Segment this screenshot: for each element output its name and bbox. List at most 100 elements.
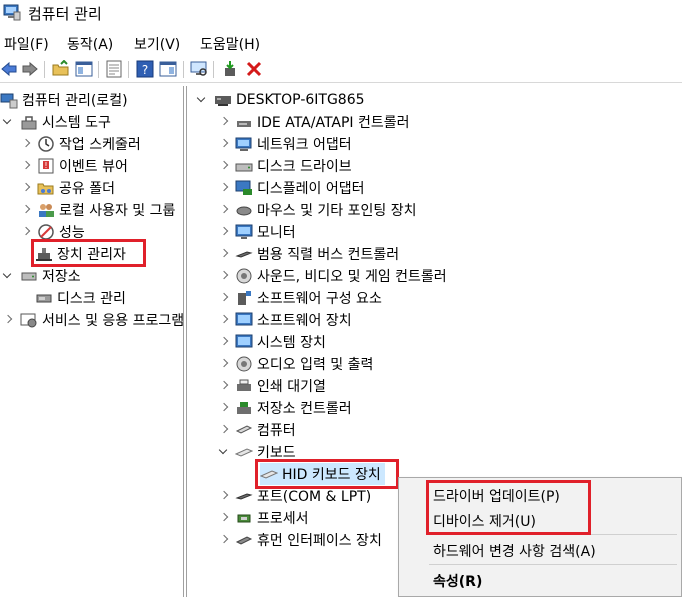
usb-controller-icon [235,251,253,258]
expander-closed-icon[interactable] [218,402,230,414]
device-category-network[interactable]: 네트워크 어댑터 [218,133,352,155]
system-device-icon [235,334,253,348]
device-category-monitors[interactable]: 모니터 [218,221,296,243]
device-tree-label: 디스크 드라이브 [257,159,352,175]
expander-closed-icon[interactable] [218,292,230,304]
device-category-software-devices[interactable]: 소프트웨어 장치 [218,309,352,331]
pane-divider[interactable] [186,86,187,597]
device-category-audio-io[interactable]: 오디오 입력 및 출력 [218,353,373,375]
menu-action[interactable]: 동작(A) [67,34,113,54]
menu-help[interactable]: 도움말(H) [200,34,260,54]
menu-scan-hardware[interactable]: 하드웨어 변경 사항 검색(A) [433,541,596,561]
device-category-software-components[interactable]: 소프트웨어 구성 요소 [218,287,382,309]
uninstall-x-icon[interactable] [245,60,263,78]
device-tree-computer-root[interactable]: DESKTOP-6ITG865 [196,89,365,111]
show-hide-tree-icon[interactable] [75,60,93,78]
device-tree-label: 인쇄 대기열 [257,379,326,395]
tree-item-task-scheduler[interactable]: 작업 스케줄러 [20,133,141,155]
expander-open-icon[interactable] [218,446,230,458]
device-tree-label: 디스플레이 어댑터 [257,181,365,197]
tree-item-local-users-groups[interactable]: 로컬 사용자 및 그룹 [20,199,175,221]
device-category-disk-drives[interactable]: 디스크 드라이브 [218,155,352,177]
expander-open-icon[interactable] [2,116,14,128]
up-folder-icon[interactable] [52,60,70,78]
device-category-computer[interactable]: 컴퓨터 [218,419,296,441]
tree-item-shared-folders[interactable]: 공유 폴더 [20,177,115,199]
device-category-processors[interactable]: 프로세서 [218,507,309,529]
display-adapter-icon [235,180,252,195]
tree-item-system-tools[interactable]: 시스템 도구 [2,111,111,133]
shared-folder-icon [37,183,54,195]
printer-icon [237,379,251,391]
scan-hardware-icon[interactable] [190,60,208,78]
toolbar-separator [128,61,129,78]
help-icon[interactable]: ? [136,60,154,78]
tree-item-event-viewer[interactable]: ! 이벤트 뷰어 [20,155,128,177]
expander-closed-icon[interactable] [20,182,32,194]
device-category-sound[interactable]: 사운드, 비디오 및 게임 컨트롤러 [218,265,447,287]
toolbar-separator [213,61,214,78]
menu-view[interactable]: 보기(V) [134,34,180,54]
menu-file[interactable]: 파일(F) [4,34,49,54]
storage-controller-icon [237,402,251,414]
update-driver-icon[interactable] [222,60,240,78]
clock-icon [38,136,54,152]
back-arrow-icon[interactable] [0,60,18,78]
tree-item-computer-management-local[interactable]: 컴퓨터 관리(로컬) [0,89,128,111]
expander-closed-icon[interactable] [218,182,230,194]
device-tree-label: IDE ATA/ATAPI 컨트롤러 [257,115,410,131]
expander-closed-icon[interactable] [20,138,32,150]
expander-closed-icon[interactable] [218,380,230,392]
forward-arrow-icon[interactable] [21,60,39,78]
device-category-usb[interactable]: 범용 직렬 버스 컨트롤러 [218,243,399,265]
expander-closed-icon[interactable] [218,116,230,128]
expander-closed-icon[interactable] [218,138,230,150]
monitor-icon [235,224,253,239]
expander-closed-icon[interactable] [218,358,230,370]
desktop-computer-icon [215,96,231,106]
properties-icon[interactable] [105,60,123,78]
computer-management-icon [3,4,21,21]
expander-closed-icon[interactable] [218,204,230,216]
device-category-system-devices[interactable]: 시스템 장치 [218,331,326,353]
device-tree-label: 사운드, 비디오 및 게임 컨트롤러 [257,269,447,285]
expander-closed-icon[interactable] [218,336,230,348]
expander-closed-icon[interactable] [218,248,230,260]
expander-closed-icon[interactable] [218,270,230,282]
expander-closed-icon[interactable] [20,160,32,172]
expander-closed-icon[interactable] [218,490,230,502]
software-device-icon [235,312,253,326]
device-category-display-adapters[interactable]: 디스플레이 어댑터 [218,177,365,199]
expander-open-icon[interactable] [2,270,14,282]
device-tree-label: 소프트웨어 구성 요소 [257,291,382,307]
ide-controller-icon [237,121,251,127]
expander-closed-icon[interactable] [20,226,32,238]
tree-item-disk-management[interactable]: 디스크 관리 [35,287,126,309]
device-category-mice[interactable]: 마우스 및 기타 포인팅 장치 [218,199,416,221]
expander-closed-icon[interactable] [218,160,230,172]
expander-closed-icon[interactable] [2,314,14,326]
device-category-print-queues[interactable]: 인쇄 대기열 [218,375,326,397]
speaker-icon [236,268,252,284]
context-menu: 드라이버 업데이트(P) 디바이스 제거(U) 하드웨어 변경 사항 검색(A)… [398,477,682,597]
expander-open-icon[interactable] [196,94,208,106]
device-category-ide[interactable]: IDE ATA/ATAPI 컨트롤러 [218,111,410,133]
expander-closed-icon[interactable] [218,314,230,326]
expander-closed-icon[interactable] [218,534,230,546]
device-category-storage-controllers[interactable]: 저장소 컨트롤러 [218,397,352,419]
expander-closed-icon[interactable] [218,226,230,238]
device-tree-label: 컴퓨터 [257,423,296,439]
action-pane-icon[interactable] [159,60,177,78]
expander-closed-icon[interactable] [218,512,230,524]
menu-properties[interactable]: 속성(R) [433,571,482,591]
tree-item-services-applications[interactable]: 서비스 및 응용 프로그램 [2,309,183,331]
console-tree-pane: 컴퓨터 관리(로컬) 시스템 도구 작업 스케줄러 ! 이벤트 뷰어 공유 폴더… [0,86,184,597]
tree-item-storage[interactable]: 저장소 [2,265,81,287]
device-category-hid[interactable]: 휴먼 인터페이스 장치 [218,529,382,551]
computer-management-icon [0,93,18,109]
device-tree-label: 포트(COM & LPT) [257,489,372,505]
toolbar-separator [183,61,184,78]
tree-label: 디스크 관리 [57,291,126,307]
expander-closed-icon[interactable] [20,204,32,216]
expander-closed-icon[interactable] [218,424,230,436]
